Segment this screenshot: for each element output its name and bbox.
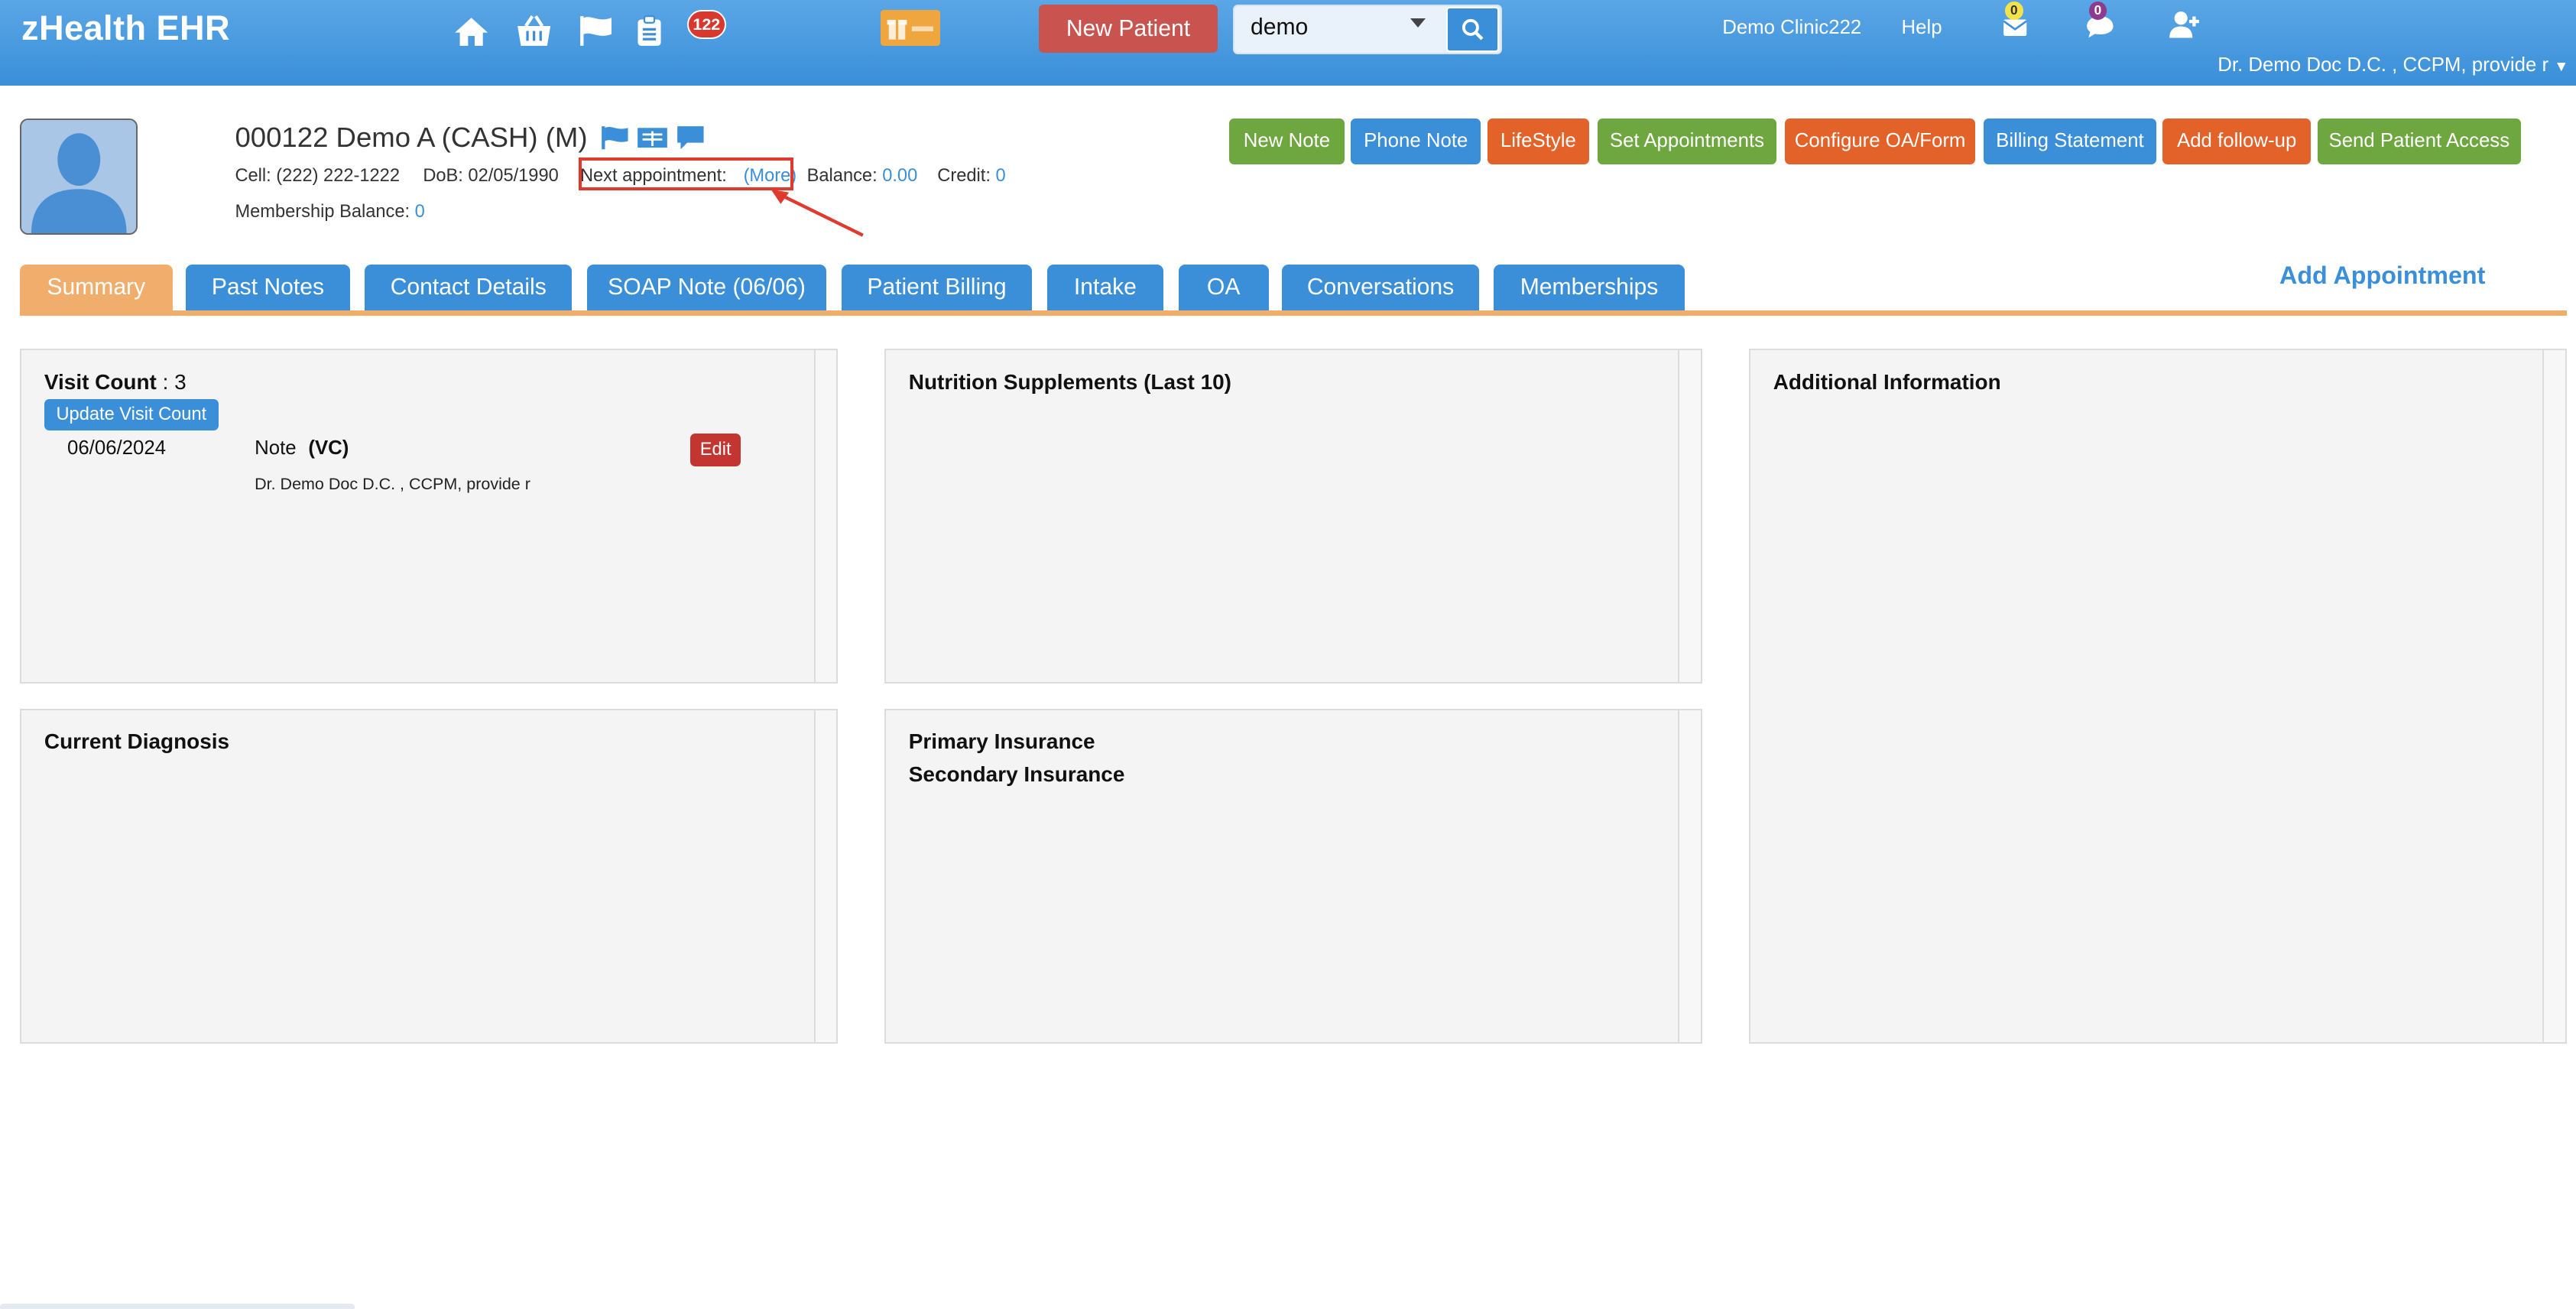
insurance-panel: Primary Insurance Secondary Insurance (884, 708, 1703, 1044)
membership-balance-label: Membership Balance: (235, 202, 410, 222)
visit-panel: Visit Count : 3 Update Visit Count 06/06… (19, 348, 839, 684)
tab-patient-billing[interactable]: Patient Billing (841, 265, 1033, 311)
panel-scrollbar[interactable] (813, 349, 837, 683)
tab-conversations[interactable]: Conversations (1282, 265, 1479, 311)
tab-past-notes[interactable]: Past Notes (185, 265, 350, 311)
balance-label: Balance: (806, 166, 878, 187)
panel-scrollbar[interactable] (1678, 349, 1702, 683)
tab-summary[interactable]: Summary (19, 265, 173, 311)
panel-scrollbar[interactable] (1678, 710, 1702, 1043)
visit-count-label: Visit Count (44, 369, 157, 394)
search-button[interactable] (1446, 6, 1499, 53)
chat-count-badge[interactable]: 0 (2088, 2, 2107, 20)
help-link[interactable]: Help (1902, 17, 1942, 39)
flag-icon[interactable] (579, 15, 615, 47)
panel-scrollbar[interactable] (2542, 349, 2566, 1043)
gift-card-icon[interactable] (881, 9, 940, 47)
tab-soap-note[interactable]: SOAP Note (06/06) (586, 265, 827, 311)
top-navigation-bar: zHealth EHR 122 New Patient Demo Clinic2… (0, 0, 2576, 86)
tab-memberships[interactable]: Memberships (1494, 265, 1685, 311)
annotation-arrow-icon (771, 189, 864, 237)
patient-dob: DoB: 02/05/1990 (423, 166, 559, 187)
billing-statement-button[interactable]: Billing Statement (1984, 118, 2156, 164)
membership-balance-line: Membership Balance: 0 (235, 202, 424, 222)
update-visit-count-button[interactable]: Update Visit Count (44, 399, 219, 431)
mail-count-badge[interactable]: 0 (2005, 2, 2023, 20)
visit-date: 06/06/2024 (67, 437, 167, 459)
panel-scrollbar[interactable] (813, 710, 837, 1043)
person-silhouette-icon (21, 119, 137, 234)
search-icon (1462, 19, 1484, 41)
patient-avatar[interactable] (19, 118, 138, 235)
notification-badge[interactable]: 122 (686, 9, 726, 40)
horizontal-scrollbar[interactable] (0, 1303, 355, 1309)
balance-credit-line: Balance: 0.00 Credit: 0 (807, 166, 1006, 187)
credit-value[interactable]: 0 (996, 166, 1006, 186)
add-user-icon[interactable] (2166, 8, 2202, 41)
search-input[interactable] (1234, 6, 1435, 50)
user-menu[interactable]: Dr. Demo Doc D.C. , CCPM, provide r ▼ (2218, 54, 2568, 76)
annotation-highlight-box (578, 158, 794, 191)
tab-underline (19, 310, 2568, 316)
visit-count: Visit Count : 3 (44, 370, 187, 395)
tab-oa[interactable]: OA (1178, 265, 1269, 311)
primary-insurance-title: Primary Insurance (908, 729, 1095, 754)
set-appointments-button[interactable]: Set Appointments (1597, 118, 1777, 164)
id-card-icon[interactable] (636, 125, 669, 158)
tab-contact-details[interactable]: Contact Details (365, 265, 573, 311)
user-name: Dr. Demo Doc D.C. , CCPM, provide r (2218, 54, 2549, 76)
patient-icon-group (600, 125, 706, 158)
nutrition-panel: Nutrition Supplements (Last 10) (884, 348, 1703, 684)
note-type: (VC) (308, 437, 349, 459)
visit-provider: Dr. Demo Doc D.C. , CCPM, provide r (255, 475, 530, 494)
search-dropdown-icon[interactable] (1410, 18, 1426, 28)
additional-info-panel: Additional Information (1748, 348, 2568, 1044)
membership-balance-value[interactable]: 0 (415, 202, 425, 222)
nutrition-title: Nutrition Supplements (Last 10) (908, 369, 1231, 394)
diagnosis-title: Current Diagnosis (44, 729, 230, 754)
send-patient-access-button[interactable]: Send Patient Access (2317, 118, 2522, 164)
lifestyle-button[interactable]: LifeStyle (1487, 118, 1590, 164)
tab-intake[interactable]: Intake (1046, 265, 1164, 311)
additional-info-title: Additional Information (1773, 369, 2001, 394)
patient-title: 000122 Demo A (CASH) (M) (235, 122, 588, 154)
patient-contact-line: Cell: (222) 222-1222 DoB: 02/05/1990 (235, 166, 558, 187)
add-appointment-link[interactable]: Add Appointment (2279, 261, 2485, 290)
brand-logo[interactable]: zHealth EHR (21, 8, 230, 48)
phone-note-button[interactable]: Phone Note (1351, 118, 1481, 164)
configure-oa-form-button[interactable]: Configure OA/Form (1784, 118, 1976, 164)
edit-note-button[interactable]: Edit (689, 434, 741, 467)
new-note-button[interactable]: New Note (1229, 118, 1345, 164)
visit-count-value: : 3 (156, 369, 187, 394)
secondary-insurance-title: Secondary Insurance (908, 762, 1125, 787)
diagnosis-panel: Current Diagnosis (19, 708, 839, 1044)
note-label: Note (255, 437, 297, 459)
credit-label: Credit: (937, 166, 991, 187)
comment-icon[interactable] (676, 125, 706, 158)
clipboard-icon[interactable] (631, 15, 667, 47)
new-patient-button[interactable]: New Patient (1038, 5, 1218, 53)
clinic-link[interactable]: Demo Clinic222 (1722, 17, 1861, 39)
patient-cell: Cell: (222) 222-1222 (235, 166, 400, 187)
chevron-down-icon: ▼ (2554, 57, 2569, 75)
flag-icon[interactable] (600, 125, 630, 158)
home-icon[interactable] (453, 15, 489, 47)
visit-note-title: Note (VC) (255, 437, 349, 460)
add-follow-up-button[interactable]: Add follow-up (2162, 118, 2311, 164)
balance-value[interactable]: 0.00 (882, 166, 917, 186)
basket-icon[interactable] (516, 15, 552, 47)
